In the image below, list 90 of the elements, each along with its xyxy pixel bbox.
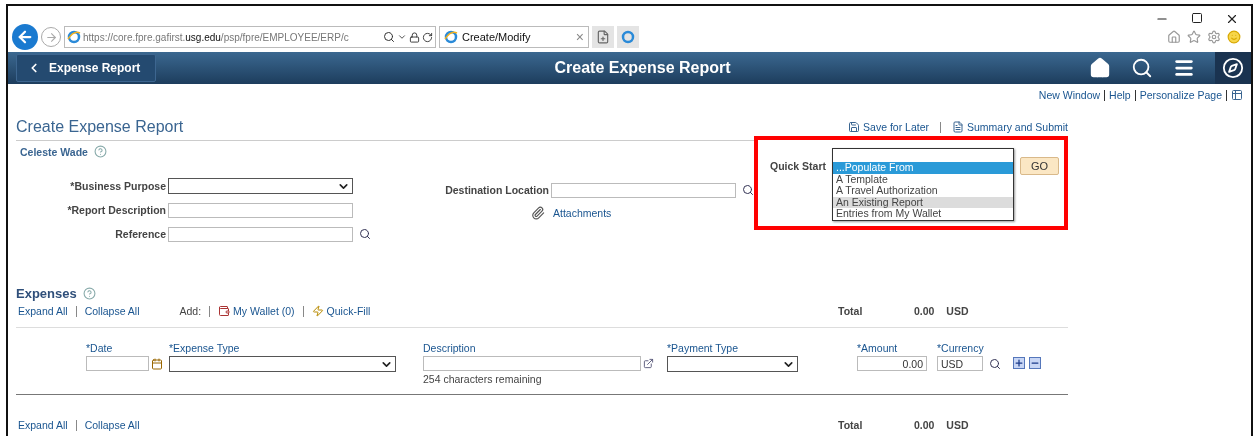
back-button[interactable] [12,24,38,50]
new-tab-button[interactable] [592,26,614,48]
collapse-link[interactable]: Collapse All [84,419,140,431]
quick-fill-link[interactable]: Quick-Fill [326,305,371,317]
field-label: Reference [114,228,166,240]
date-field[interactable] [86,356,149,371]
field-label: *Business Purpose [69,180,166,192]
select-field[interactable] [667,356,798,372]
address-bar[interactable]: https://core.fpre.gafirst.usg.edu/psp/fpre/EMPLOYEE/ERP/c [64,26,436,48]
help-icon[interactable] [82,287,96,300]
header-link[interactable]: New Window [1038,89,1101,101]
globe-icon [444,30,458,44]
header-link[interactable]: Help [1109,89,1131,101]
menu-icon[interactable] [1173,57,1195,79]
input-field[interactable] [168,226,353,242]
browser-button[interactable] [617,26,639,48]
tab-title: Create/Modify [462,31,532,43]
save-icon [848,121,861,133]
search-icon[interactable] [989,357,1001,370]
star-icon[interactable] [1187,30,1201,44]
employee-name: Celeste Wade [20,145,88,158]
column-header: *Date [86,342,114,354]
input-field[interactable] [168,202,353,218]
input-field[interactable] [551,182,736,198]
wallet-link[interactable]: My Wallet (0) [233,305,295,317]
expand-link[interactable]: Expand All [18,305,68,317]
column-header: *Amount [857,342,899,354]
amount-field[interactable]: 0.00 [857,356,927,371]
expand-icon[interactable] [643,358,654,369]
paperclip-icon [531,206,545,220]
browser-tab[interactable]: Create/Modify × [439,26,589,48]
save-link[interactable]: Save for Later [863,121,930,133]
select-field[interactable] [168,178,353,194]
header-link[interactable]: Personalize Page [1139,89,1222,101]
help-icon[interactable] [93,145,107,158]
close-icon[interactable] [1225,12,1239,26]
go-button[interactable]: GO [1020,157,1059,175]
arrow-right-icon [44,30,58,44]
back-button[interactable]: Expense Report [16,54,156,82]
refresh-icon[interactable] [422,31,433,43]
search-icon[interactable] [383,31,395,43]
search-icon[interactable] [742,184,754,196]
total-label: Total [838,305,863,317]
add-label: Add: [179,305,202,317]
compass-icon [1222,57,1244,79]
lightning-icon [311,305,324,317]
page-title: Create Expense Report [16,118,185,136]
select-field[interactable] [169,356,396,372]
nav-title: Create Expense Report [553,59,732,77]
globe-icon [621,30,635,44]
remove-row-button[interactable] [1029,357,1041,369]
total-amount: 0.00 [912,305,935,317]
plus-icon [1014,358,1024,368]
attachments-link[interactable]: Attachments [553,207,612,219]
compass-button[interactable] [1215,52,1251,84]
address-text: https://core.fpre.gafirst.usg.edu/psp/fpre/EMPLOYEE/ERP/c [83,31,350,43]
total-amount: 0.00 [912,419,935,431]
column-header: *Currency [937,342,985,354]
maximize-icon[interactable] [1191,12,1203,24]
total-currency: USD [946,305,969,317]
column-header: Description [423,342,477,354]
section-title: Expenses [16,286,77,301]
description-field[interactable] [423,356,641,371]
character-count: 254 characters remaining [423,373,543,385]
tab-close[interactable]: × [575,29,584,45]
expand-link[interactable]: Expand All [18,419,68,431]
document-icon [952,121,965,133]
field-label: *Report Description [66,204,166,216]
add-row-button[interactable] [1013,357,1025,369]
dropdown-option[interactable]: A Travel Authorization [833,185,1013,197]
field-label: Destination Location [444,184,549,196]
column-header: *Expense Type [169,342,241,354]
wallet-icon [218,305,231,317]
submit-link[interactable]: Summary and Submit [967,121,1068,133]
lock-icon [409,31,420,43]
table-icon[interactable] [1231,89,1243,101]
dropdown-option[interactable]: Entries from My Wallet [833,208,1013,220]
new-tab-icon [596,30,610,44]
currency-field[interactable]: USD [937,356,983,371]
search-icon[interactable] [359,228,371,240]
total-currency: USD [946,419,969,431]
field-label: Quick Start [770,160,828,172]
column-header: *Payment Type [667,342,739,354]
dropdown-list[interactable]: ...Populate From A Template A Travel Authorization An Existing Report Entries from My Wallet [832,148,1014,221]
search-icon[interactable] [1131,57,1153,79]
collapse-link[interactable]: Collapse All [84,305,140,317]
globe-icon [67,30,81,44]
total-label: Total [838,419,863,431]
calendar-icon[interactable] [151,357,163,370]
chevron-down-icon[interactable] [397,32,407,42]
